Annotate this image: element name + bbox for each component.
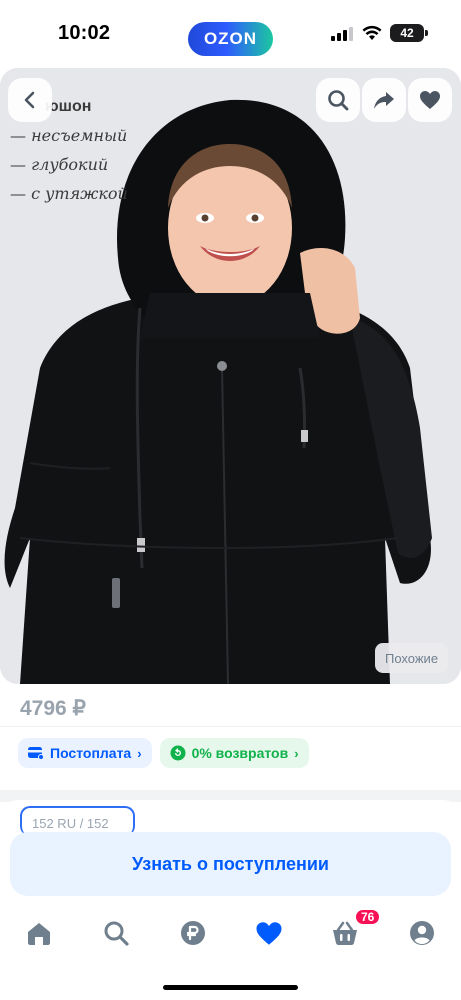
tab-profile[interactable]: [407, 918, 437, 948]
card-icon: [28, 747, 44, 760]
cart-icon: [333, 921, 357, 945]
tab-finance[interactable]: [178, 918, 208, 948]
profile-icon: [410, 921, 434, 945]
back-icon: [24, 91, 35, 109]
search-button[interactable]: [316, 78, 360, 122]
ozon-logo-text: OZON: [203, 29, 258, 48]
search-icon: [104, 921, 129, 946]
search-icon: [328, 90, 349, 111]
product-image[interactable]: юшон — несъемный — глубокий — с утяжкой: [0, 68, 461, 684]
cart-count-badge: 76: [354, 908, 382, 926]
battery-icon: 42: [390, 24, 424, 42]
battery-cap: [425, 30, 428, 36]
clock: 10:02: [58, 22, 111, 44]
size-option-label: 152 RU / 152: [32, 816, 109, 831]
back-button[interactable]: [8, 78, 52, 122]
cellular-signal-icon: [331, 27, 353, 41]
home-icon: [28, 923, 50, 945]
notify-when-available-button[interactable]: Узнать о поступлении: [10, 832, 451, 896]
payment-chips: Постоплата › 0% возвратов ›: [18, 738, 309, 768]
returns-chip[interactable]: 0% возвратов ›: [159, 738, 309, 768]
price: 4796 ₽: [20, 697, 86, 720]
status-bar: 10:02 OZON 42: [0, 0, 461, 68]
battery-level: 42: [400, 26, 414, 40]
chevron-right-icon: ›: [137, 745, 142, 761]
product-screen: 10:02 OZON 42 юшон — несъемный — глубоки…: [0, 0, 461, 1000]
return-icon: [170, 745, 186, 761]
caption-line: — с утяжкой: [10, 184, 128, 203]
favorites-heart-icon: [256, 921, 282, 945]
ozon-logo-pill[interactable]: OZON: [188, 22, 273, 56]
divider: [0, 726, 461, 727]
tab-home[interactable]: [24, 918, 54, 948]
tab-favorites[interactable]: [254, 918, 284, 948]
share-icon: [374, 92, 394, 109]
ruble-icon: [181, 921, 205, 945]
similar-button[interactable]: Похожие: [375, 643, 449, 673]
share-button[interactable]: [362, 78, 406, 122]
postpay-chip[interactable]: Постоплата ›: [18, 738, 152, 768]
caption-line: — глубокий: [10, 155, 109, 174]
heart-icon: [420, 91, 440, 109]
returns-label: 0% возвратов: [191, 745, 289, 761]
favorite-button[interactable]: [408, 78, 452, 122]
tab-search[interactable]: [101, 918, 131, 948]
postpay-label: Постоплата: [50, 745, 132, 761]
chevron-right-icon: ›: [294, 745, 299, 761]
caption-line: — несъемный: [10, 126, 128, 145]
home-indicator: [163, 985, 298, 990]
wifi-icon: [362, 25, 382, 40]
